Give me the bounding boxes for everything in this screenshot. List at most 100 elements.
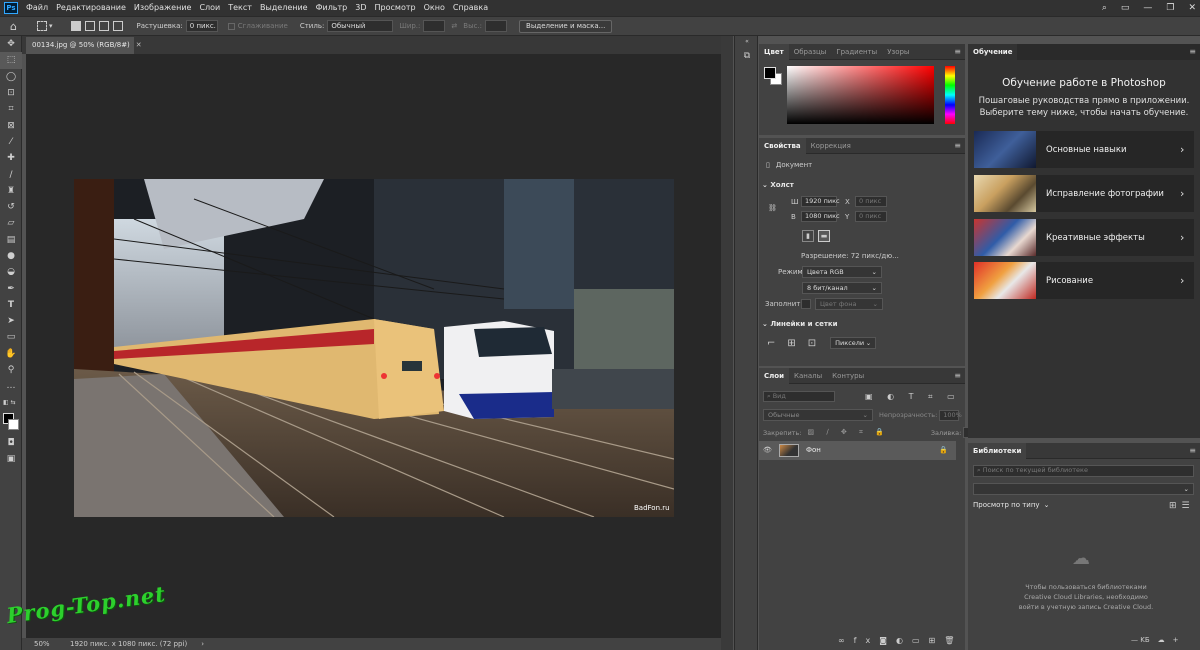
tab-color[interactable]: Цвет <box>759 43 789 60</box>
new-group-icon[interactable]: ▭ <box>912 636 929 645</box>
menu-layers[interactable]: Слои <box>195 0 224 16</box>
marquee-tool-icon[interactable]: ⬚ <box>0 52 22 69</box>
tab-patterns[interactable]: Узоры <box>882 44 914 60</box>
stamp-tool-icon[interactable]: ♜ <box>0 183 22 199</box>
foreground-color-swatch[interactable] <box>764 67 776 79</box>
eraser-tool-icon[interactable]: ▱ <box>0 215 22 231</box>
blend-mode-select[interactable]: Обычные ⌄ <box>763 409 873 421</box>
menu-help[interactable]: Справка <box>449 0 492 16</box>
library-search-input[interactable]: ⌕ Поиск по текущей библиотеке <box>973 465 1194 477</box>
history-brush-tool-icon[interactable]: ↺ <box>0 199 22 215</box>
crop-tool-icon[interactable]: ⌗ <box>0 101 22 117</box>
layer-lock-icon[interactable]: 🔒 <box>939 446 948 454</box>
pen-tool-icon[interactable]: ✒ <box>0 280 22 296</box>
add-mask-icon[interactable]: ◙ <box>879 636 896 645</box>
menu-window[interactable]: Окно <box>420 0 449 16</box>
path-select-tool-icon[interactable]: ➤ <box>0 313 22 329</box>
hand-tool-icon[interactable]: ✋ <box>0 346 22 362</box>
panel-menu-icon[interactable]: ≡ <box>954 47 961 56</box>
frame-tool-icon[interactable]: ⊠ <box>0 117 22 133</box>
libraries-menu-icon[interactable]: ≡ <box>1189 446 1196 455</box>
close-icon[interactable]: ✕ <box>1188 0 1196 16</box>
cloud-icon[interactable]: ☁ <box>1158 636 1165 644</box>
menu-type[interactable]: Текст <box>224 0 256 16</box>
status-menu-icon[interactable]: › <box>201 640 204 648</box>
adjustment-layer-icon[interactable]: ◐ <box>896 636 912 645</box>
learn-card-basics[interactable]: Основные навыки › <box>974 131 1194 168</box>
link-layers-icon[interactable]: ∞ <box>838 636 854 645</box>
layers-menu-icon[interactable]: ≡ <box>954 371 961 380</box>
workspace-icon[interactable]: ▭ <box>1121 0 1130 16</box>
add-icon[interactable]: + <box>1173 636 1179 644</box>
swap-icon[interactable]: ⇄ <box>451 22 457 30</box>
height-field[interactable]: 1080 пикс <box>801 211 840 222</box>
eyedropper-tool-icon[interactable]: ⁄ <box>0 134 22 150</box>
fill-select[interactable]: Цвет фона ⌄ <box>815 298 883 310</box>
gradient-tool-icon[interactable]: ▤ <box>0 232 22 248</box>
bit-depth-select[interactable]: 8 бит/канал ⌄ <box>802 282 882 294</box>
blur-tool-icon[interactable]: ● <box>0 248 22 264</box>
menu-image[interactable]: Изображение <box>130 0 196 16</box>
tab-gradients[interactable]: Градиенты <box>831 44 882 60</box>
tab-layers[interactable]: Слои <box>759 367 789 384</box>
library-select[interactable]: ⌄ <box>973 483 1194 495</box>
color-swatches[interactable] <box>0 411 22 435</box>
zoom-level[interactable]: 50% <box>34 640 62 648</box>
brush-tool-icon[interactable]: ∕ <box>0 166 22 182</box>
minimize-icon[interactable]: — <box>1143 0 1152 16</box>
tab-channels[interactable]: Каналы <box>789 368 827 384</box>
selection-mode-icons[interactable] <box>67 21 123 31</box>
link-icon[interactable]: ⛓ <box>768 204 777 212</box>
menu-select[interactable]: Выделение <box>256 0 312 16</box>
filter-icons[interactable]: ▣ ◐ T ⌗ ▭ <box>865 392 961 402</box>
height-input[interactable] <box>485 20 508 32</box>
guides-icon[interactable]: ⊡ <box>808 338 816 349</box>
hue-slider[interactable] <box>945 66 955 124</box>
tab-paths[interactable]: Контуры <box>827 368 869 384</box>
y-field[interactable]: 0 пикс <box>855 211 887 222</box>
marquee-tool-preset-icon[interactable]: ▾ <box>33 21 53 31</box>
properties-menu-icon[interactable]: ≡ <box>954 141 961 150</box>
type-tool-icon[interactable]: T <box>0 297 22 313</box>
feather-input[interactable]: 0 пикс. <box>185 20 218 32</box>
tab-adjustments[interactable]: Коррекция <box>806 138 856 154</box>
document-image-train-photo[interactable]: BadFon.ru <box>74 179 674 517</box>
layer-thumbnail[interactable] <box>779 444 799 457</box>
width-field[interactable]: 1920 пикс <box>801 196 840 207</box>
portrait-icon[interactable]: ▮ <box>802 230 814 242</box>
layer-filter-select[interactable]: ⌕ Вид <box>763 391 835 402</box>
learn-menu-icon[interactable]: ≡ <box>1189 47 1196 56</box>
more-tools-icon[interactable]: … <box>0 378 22 394</box>
view-by-type[interactable]: Просмотр по типу ⌄ <box>973 501 1049 509</box>
grid-icon[interactable]: ⊞ <box>787 338 795 349</box>
fill-swatch[interactable] <box>801 299 811 309</box>
home-icon[interactable]: ⌂ <box>10 20 17 33</box>
lock-icons[interactable]: ▨ ∕ ✥ ⌗ 🔒 <box>807 428 888 437</box>
canvas-section-header[interactable]: ⌄ Холст <box>762 181 794 189</box>
learn-card-creative-effects[interactable]: Креативные эффекты › <box>974 219 1194 256</box>
visibility-eye-icon[interactable]: 👁 <box>763 446 772 454</box>
mode-select[interactable]: Цвета RGB ⌄ <box>802 266 882 278</box>
default-colors-icon[interactable]: ◧ ⇆ <box>0 395 22 411</box>
x-field[interactable]: 0 пикс <box>855 196 887 207</box>
collapse-arrows-icon[interactable]: « <box>735 36 759 46</box>
units-select[interactable]: Пиксели ⌄ <box>830 337 877 349</box>
opacity-field[interactable]: 100% <box>939 409 962 421</box>
layer-name[interactable]: Фон <box>806 446 821 454</box>
rulers-section-header[interactable]: ⌄ Линейки и сетки <box>762 320 838 328</box>
zoom-tool-icon[interactable]: ⚲ <box>0 362 22 378</box>
fx-icon[interactable]: fx <box>854 636 880 645</box>
menu-view[interactable]: Просмотр <box>371 0 420 16</box>
screen-mode-icon[interactable]: ▣ <box>0 451 22 467</box>
learn-card-painting[interactable]: Рисование › <box>974 262 1194 299</box>
grid-view-icon[interactable]: ⊞ <box>1169 501 1177 511</box>
history-panel-icon[interactable]: ⧉ <box>735 46 759 66</box>
menu-filter[interactable]: Фильтр <box>312 0 352 16</box>
lasso-tool-icon[interactable]: ◯ <box>0 69 22 85</box>
move-tool-icon[interactable]: ✥ <box>0 36 22 52</box>
menu-file[interactable]: Файл <box>22 0 52 16</box>
tab-properties[interactable]: Свойства <box>759 137 806 154</box>
tab-libraries[interactable]: Библиотеки <box>968 442 1027 459</box>
delete-layer-icon[interactable]: 🗑 <box>944 636 963 645</box>
antialias-checkbox[interactable]: Сглаживание <box>224 22 288 30</box>
